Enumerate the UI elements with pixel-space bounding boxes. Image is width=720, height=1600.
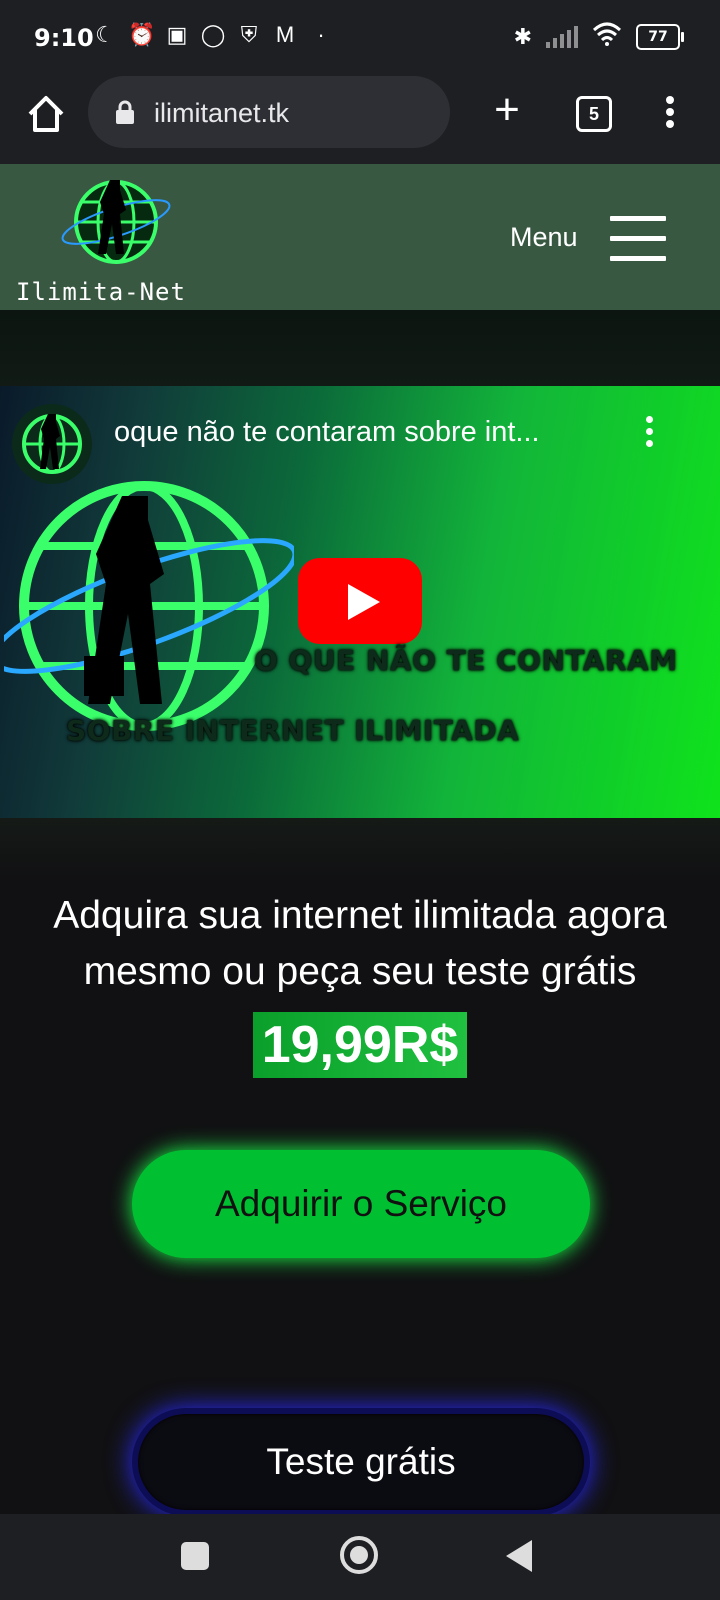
system-nav-bar xyxy=(0,1514,720,1600)
tab-switcher-button[interactable]: 5 xyxy=(576,96,612,132)
lock-icon xyxy=(114,100,136,124)
free-trial-button[interactable]: Teste grátis xyxy=(132,1408,590,1516)
signal-icon xyxy=(546,25,578,48)
gmail-icon: M xyxy=(275,22,295,47)
new-tab-button[interactable]: + xyxy=(484,88,530,134)
status-time: 9:10 xyxy=(34,24,94,52)
price-badge: 19,99R$ xyxy=(253,1012,467,1078)
url-text: ilimitanet.tk xyxy=(154,98,290,128)
system-icons: ✱ 77 xyxy=(513,22,684,51)
headline: Adquira sua internet ilimitada agora mes… xyxy=(53,894,667,993)
menu-label[interactable]: Menu xyxy=(510,222,578,253)
battery-icon: 77 xyxy=(636,23,684,50)
site-logo[interactable] xyxy=(58,170,178,278)
video-menu-icon[interactable] xyxy=(646,416,656,452)
notification-icons: ☾ ⏰ ▣ ◯ ⛨ M · xyxy=(92,22,334,48)
nfc-icon: ▣ xyxy=(166,22,188,47)
hamburger-menu-icon[interactable] xyxy=(610,216,666,262)
browser-menu-icon[interactable] xyxy=(660,96,680,130)
alarm-icon: ⏰ xyxy=(128,22,156,47)
wifi-icon xyxy=(592,22,622,51)
video-overlay-line1: O QUE NÃO TE CONTARAM xyxy=(254,644,678,677)
logo-text: Ilimita-Net xyxy=(16,278,186,306)
hero-spacer-bottom xyxy=(0,818,720,878)
moon-icon: ☾ xyxy=(95,22,115,47)
browser-toolbar: ilimitanet.tk + 5 xyxy=(0,72,720,164)
back-icon[interactable] xyxy=(506,1540,532,1572)
globe-walker-image xyxy=(4,481,294,731)
home-circle-icon[interactable] xyxy=(340,1536,378,1574)
dot-icon: · xyxy=(317,22,325,47)
bluetooth-icon: ✱ xyxy=(513,23,532,49)
video-embed[interactable]: oque não te contaram sobre int... O QUE … xyxy=(0,386,720,818)
channel-avatar[interactable] xyxy=(12,404,92,484)
home-icon[interactable] xyxy=(22,90,70,138)
video-title[interactable]: oque não te contaram sobre int... xyxy=(114,416,540,449)
site-header: Ilimita-Net Menu xyxy=(0,164,720,310)
buy-service-button[interactable]: Adquirir o Serviço xyxy=(132,1150,590,1258)
status-bar: 9:10 ☾ ⏰ ▣ ◯ ⛨ M · ✱ 77 xyxy=(0,0,720,72)
address-bar[interactable]: ilimitanet.tk xyxy=(88,76,450,148)
video-overlay-line2: SOBRE INTERNET ILIMITADA xyxy=(66,714,520,747)
hero-spacer-top xyxy=(0,310,720,386)
whatsapp-icon: ◯ xyxy=(200,22,226,47)
shield-icon: ⛨ xyxy=(240,22,258,47)
recents-icon[interactable] xyxy=(181,1542,209,1570)
youtube-play-button[interactable] xyxy=(298,558,422,644)
